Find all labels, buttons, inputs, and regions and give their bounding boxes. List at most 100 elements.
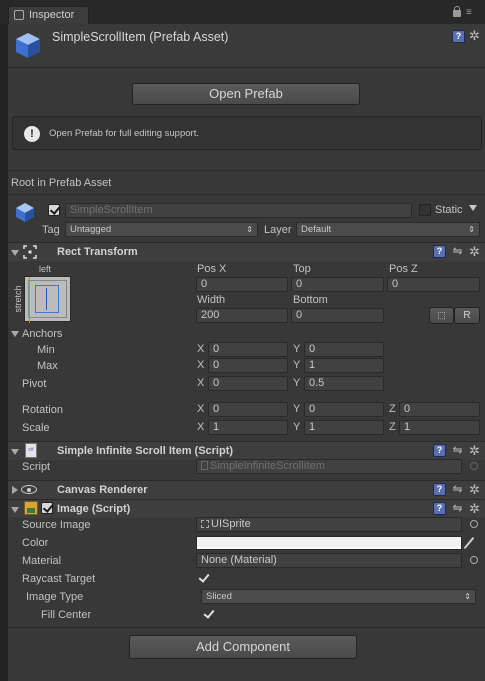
color-field[interactable] [196, 536, 462, 550]
anchors-foldout[interactable] [11, 331, 19, 337]
width-label: Width [197, 294, 226, 306]
posx-label: Pos X [197, 263, 227, 275]
min-y-field[interactable]: 0 [304, 342, 384, 357]
rot-x-label: X [197, 403, 205, 415]
source-image-value: UISprite [211, 518, 251, 530]
rect-transform-gear-icon[interactable]: ✲ [468, 245, 481, 258]
gear-icon[interactable]: ✲ [468, 29, 481, 42]
image-icon [24, 501, 38, 515]
tag-dropdown[interactable]: Untagged ⇕ [65, 222, 258, 237]
image-type-value: Sliced [206, 591, 232, 602]
tag-label: Tag [42, 224, 60, 236]
script-foldout[interactable] [11, 449, 19, 455]
image-type-dropdown[interactable]: Sliced ⇕ [201, 589, 476, 604]
max-label: Max [37, 360, 58, 372]
scale-x-label: X [197, 421, 205, 433]
raycast-target-checkbox[interactable] [197, 572, 209, 584]
bottom-field[interactable]: 0 [291, 308, 384, 323]
bottom-label: Bottom [293, 294, 328, 306]
root-label: Root in Prefab Asset [11, 177, 112, 189]
script-object-picker-icon [470, 462, 478, 470]
scale-x-field[interactable]: 1 [208, 420, 288, 435]
rot-x-field[interactable]: 0 [208, 402, 288, 417]
script-preset-icon[interactable]: ⇋ [451, 444, 464, 457]
script-field: SimpleInfiniteScrollItem [196, 459, 462, 474]
width-field[interactable]: 200 [196, 308, 288, 323]
raw-edit-button[interactable]: R [454, 307, 480, 324]
image-gear-icon[interactable]: ✲ [468, 502, 481, 515]
left-gutter [0, 24, 8, 681]
anchor-preset-h-label: left [39, 264, 52, 274]
tag-value: Untagged [70, 224, 112, 235]
canvas-renderer-foldout[interactable] [12, 486, 18, 494]
layer-dropdown-arrow: ⇕ [468, 225, 475, 234]
eyedropper-icon[interactable] [463, 536, 475, 550]
root-divider-2 [8, 194, 485, 195]
add-component-button[interactable]: Add Component [129, 635, 357, 659]
rect-transform-icon [22, 244, 38, 260]
image-help-icon[interactable]: ? [433, 502, 446, 515]
image-foldout[interactable] [11, 507, 19, 513]
tab-inspector[interactable]: Inspector [8, 6, 89, 24]
layer-label: Layer [264, 224, 292, 236]
gameobject-name-field[interactable]: SimpleScrollItem [65, 203, 412, 218]
posx-field[interactable]: 0 [196, 277, 288, 292]
active-checkbox[interactable] [48, 204, 60, 216]
material-field[interactable]: None (Material) [196, 553, 462, 568]
layer-value: Default [301, 224, 332, 235]
script-help-icon[interactable]: ? [433, 444, 446, 457]
min-label: Min [37, 344, 55, 356]
max-y-field[interactable]: 1 [304, 358, 384, 373]
scale-z-field[interactable]: 1 [399, 420, 480, 435]
min-x-field[interactable]: 0 [208, 342, 288, 357]
source-image-field[interactable]: UISprite [196, 517, 462, 532]
open-prefab-button[interactable]: Open Prefab [132, 83, 360, 105]
top-field[interactable]: 0 [291, 277, 384, 292]
static-checkbox[interactable] [419, 204, 431, 216]
pivot-y-field[interactable]: 0.5 [304, 376, 384, 391]
material-object-picker-icon[interactable] [470, 556, 478, 564]
source-image-object-picker-icon[interactable] [470, 520, 478, 528]
raycast-target-label: Raycast Target [22, 573, 96, 585]
eye-pupil-icon [27, 488, 31, 492]
blueprint-mode-button[interactable]: ⬚ [429, 307, 454, 324]
fill-center-label: Fill Center [41, 609, 92, 621]
max-x-field[interactable]: 0 [208, 358, 288, 373]
anchors-label: Anchors [22, 328, 63, 340]
rot-y-field[interactable]: 0 [304, 402, 384, 417]
rect-transform-preset-icon[interactable]: ⇋ [451, 245, 464, 258]
source-image-label: Source Image [22, 519, 91, 531]
script-gear-icon[interactable]: ✲ [468, 444, 481, 457]
rot-z-field[interactable]: 0 [399, 402, 480, 417]
static-dropdown-arrow[interactable] [469, 205, 477, 211]
canvas-renderer-help-icon[interactable]: ? [433, 483, 446, 496]
info-box: ! Open Prefab for full editing support. [12, 116, 482, 150]
rotation-label: Rotation [22, 404, 63, 416]
image-preset-icon[interactable]: ⇋ [451, 502, 464, 515]
help-icon[interactable]: ? [452, 30, 465, 43]
rot-y-label: Y [293, 403, 301, 415]
rect-transform-foldout[interactable] [11, 250, 19, 256]
rot-z-label: Z [389, 403, 396, 415]
image-type-label: Image Type [26, 591, 84, 603]
pivot-x-field[interactable]: 0 [208, 376, 288, 391]
anchor-preset-button[interactable] [24, 276, 71, 323]
scale-y-field[interactable]: 1 [304, 420, 384, 435]
sprite-icon [201, 520, 209, 528]
root-divider [8, 170, 485, 171]
posz-field[interactable]: 0 [387, 277, 480, 292]
tag-dropdown-arrow: ⇕ [246, 225, 253, 234]
canvas-renderer-preset-icon[interactable]: ⇋ [451, 483, 464, 496]
layer-dropdown[interactable]: Default ⇕ [296, 222, 480, 237]
rect-transform-help-icon[interactable]: ? [433, 245, 446, 258]
image-type-dropdown-arrow: ⇕ [464, 592, 471, 601]
image-enabled-checkbox[interactable] [41, 502, 53, 514]
static-label: Static [435, 204, 463, 216]
script-file-icon [201, 461, 208, 470]
script-value: SimpleInfiniteScrollItem [210, 460, 325, 472]
posz-label: Pos Z [389, 263, 418, 275]
menu-icon[interactable]: ≡ [466, 8, 472, 18]
canvas-renderer-gear-icon[interactable]: ✲ [468, 483, 481, 496]
fill-center-checkbox[interactable] [202, 608, 214, 620]
max-x-label: X [197, 359, 205, 371]
